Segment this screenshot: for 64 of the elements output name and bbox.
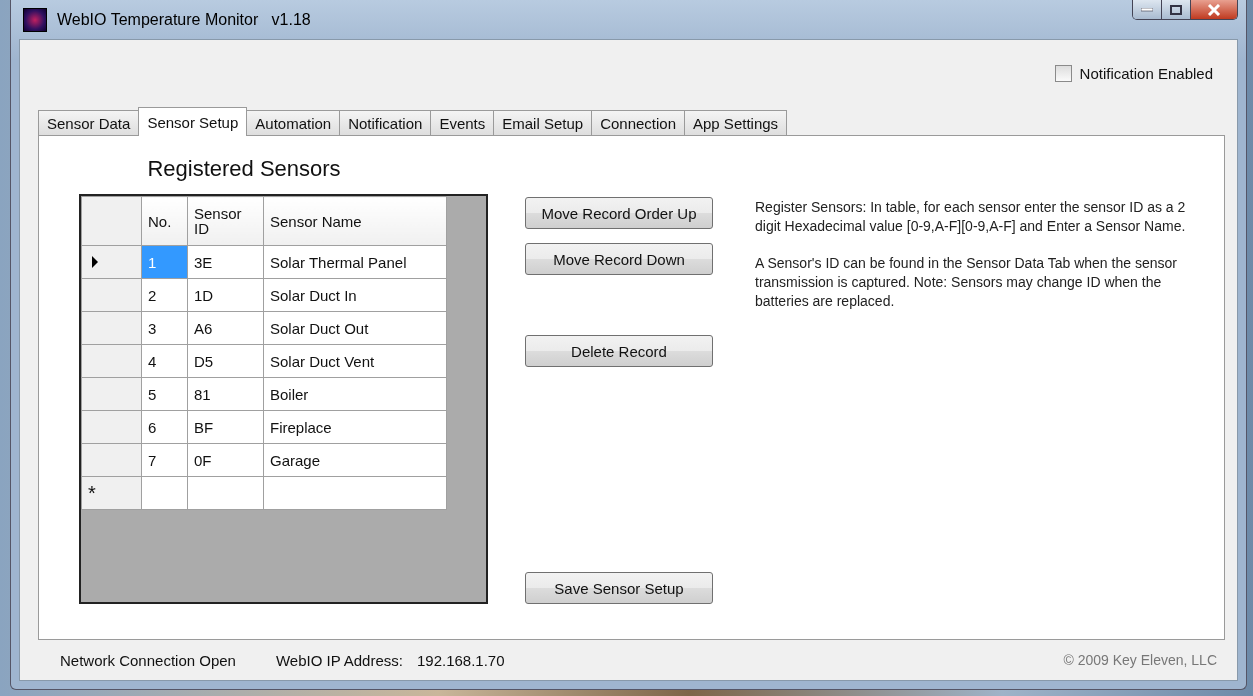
empty-cell[interactable] bbox=[187, 476, 264, 510]
ip-address: 192.168.1.70 bbox=[416, 651, 505, 669]
table-cell: 1D bbox=[187, 278, 264, 312]
window-title: WebIO Temperature Monitor v1.18 bbox=[57, 10, 311, 29]
column-header[interactable]: Sensor ID bbox=[187, 196, 264, 246]
table-cell: D5 bbox=[187, 344, 264, 378]
tab[interactable]: Automation bbox=[246, 110, 341, 135]
table-cell: Garage bbox=[263, 443, 447, 477]
table-cell: 3E bbox=[187, 245, 264, 279]
table-cell: Fireplace bbox=[263, 410, 447, 444]
minimize-icon bbox=[1141, 7, 1153, 12]
table-cell: 2 bbox=[141, 278, 188, 312]
table-cell: Solar Thermal Panel bbox=[263, 245, 447, 279]
table-cell: 7 bbox=[141, 443, 188, 477]
table-cell: Boiler bbox=[263, 377, 447, 411]
button[interactable]: Move Record Order Up bbox=[525, 197, 713, 229]
maximize-icon bbox=[1170, 4, 1182, 15]
new-row-header[interactable]: * bbox=[81, 476, 142, 510]
row-header[interactable] bbox=[81, 245, 142, 279]
ip-label: WebIO IP Address: bbox=[275, 651, 403, 669]
column-header[interactable]: Sensor Name bbox=[263, 196, 447, 246]
table-cell: 4 bbox=[141, 344, 188, 378]
row-header[interactable] bbox=[81, 443, 142, 477]
close-icon bbox=[1207, 3, 1221, 16]
checkbox-label[interactable]: Notification Enabled bbox=[1079, 64, 1213, 82]
column-header[interactable]: No. bbox=[141, 196, 188, 246]
table-cell: 6 bbox=[141, 410, 188, 444]
table-cell: Solar Duct Vent bbox=[263, 344, 447, 378]
copyright-text: © 2009 Key Eleven, LLC bbox=[1063, 652, 1217, 668]
help-text: Register Sensors: In table, for each sensor enter the sensor ID as a 2 digit Hexadecimal value [0-9,A-F][0-9,A-F] and Enter a Sensor Name. bbox=[755, 198, 1187, 236]
tab[interactable]: App Settings bbox=[684, 110, 788, 135]
table-cell: 81 bbox=[187, 377, 264, 411]
table-cell: BF bbox=[187, 410, 264, 444]
table-cell: A6 bbox=[187, 311, 264, 345]
tab[interactable]: Notification bbox=[339, 110, 432, 135]
row-header[interactable] bbox=[81, 377, 142, 411]
table-cell: Solar Duct Out bbox=[263, 311, 447, 345]
connection-status: Network Connection Open bbox=[60, 651, 236, 669]
table-cell: 3 bbox=[141, 311, 188, 345]
table-cell: 5 bbox=[141, 377, 188, 411]
empty-cell[interactable] bbox=[263, 476, 447, 510]
minimize-button[interactable] bbox=[1133, 0, 1162, 19]
table-cell: Solar Duct In bbox=[263, 278, 447, 312]
checkbox[interactable] bbox=[1054, 64, 1072, 82]
row-header[interactable] bbox=[81, 344, 142, 378]
current-row-icon bbox=[92, 256, 98, 268]
row-header[interactable] bbox=[81, 311, 142, 345]
row-header[interactable] bbox=[81, 278, 142, 312]
button[interactable]: Delete Record bbox=[525, 335, 713, 367]
app-icon bbox=[23, 7, 47, 32]
tab[interactable]: Events bbox=[430, 110, 495, 135]
button[interactable]: Save Sensor Setup bbox=[525, 572, 713, 604]
maximize-button[interactable] bbox=[1162, 0, 1191, 19]
row-header[interactable] bbox=[81, 410, 142, 444]
tab[interactable]: Email Setup bbox=[493, 110, 593, 135]
table-cell: 0F bbox=[187, 443, 264, 477]
help-text: A Sensor's ID can be found in the Sensor Data Tab when the sensor transmission is captured. Note: Sensors may change ID when the batteries are replaced. bbox=[755, 254, 1178, 311]
section-heading: Registered Sensors bbox=[146, 155, 342, 183]
table-cell: 1 bbox=[141, 245, 188, 279]
tab[interactable]: Connection bbox=[591, 110, 685, 135]
button[interactable]: Move Record Down bbox=[525, 243, 713, 275]
tab[interactable]: Sensor Setup bbox=[138, 107, 248, 136]
close-button[interactable] bbox=[1191, 0, 1237, 19]
tab[interactable]: Sensor Data bbox=[38, 110, 140, 135]
